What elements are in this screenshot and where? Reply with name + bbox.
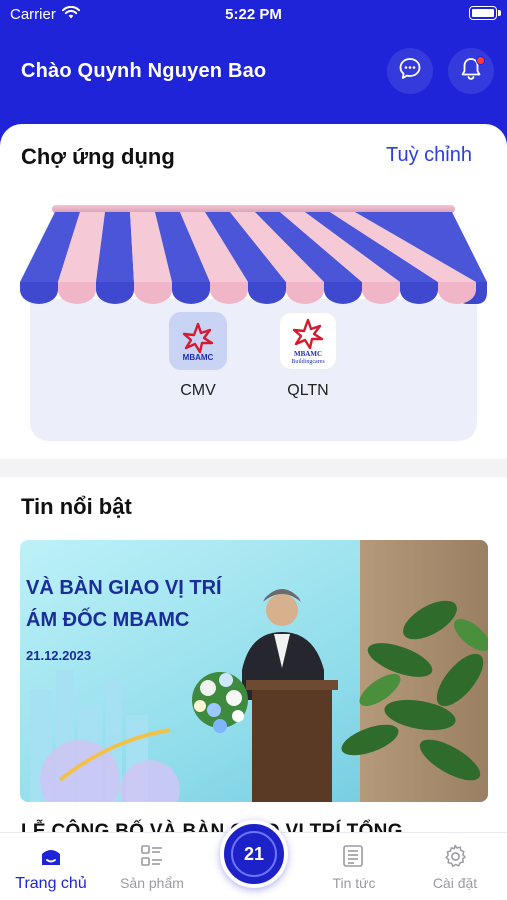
- gear-icon: [405, 844, 505, 867]
- status-bar: Carrier 5:22 PM: [0, 0, 507, 28]
- notification-button[interactable]: [448, 48, 494, 94]
- app-screen: Carrier 5:22 PM Chào Quynh Nguyen Bao Ch…: [0, 0, 507, 900]
- status-time: 5:22 PM: [225, 6, 282, 23]
- greeting-text: Chào Quynh Nguyen Bao: [21, 60, 267, 82]
- notification-dot: [476, 56, 485, 65]
- qltn-logo-subtext: Buildingcares: [291, 359, 325, 365]
- center-action-button[interactable]: 21: [220, 820, 288, 888]
- awning-illustration: [20, 205, 487, 304]
- center-badge: 21: [231, 831, 277, 877]
- banner-date: 21.12.2023: [26, 648, 91, 663]
- products-list-icon: [102, 845, 202, 867]
- chat-button[interactable]: [387, 48, 433, 94]
- qltn-logo-icon: MBAMC Buildingcares: [279, 312, 337, 370]
- featured-news-title: Tin nổi bật: [21, 494, 132, 519]
- tab-home-label: Trang chủ: [15, 875, 87, 892]
- banner-line-1: VÀ BÀN GIAO VỊ TRÍ: [26, 576, 222, 599]
- tab-news[interactable]: Tin tức: [304, 845, 404, 891]
- cmv-logo-icon: MBAMC: [169, 312, 227, 370]
- chat-bubble-icon: [397, 56, 423, 87]
- tab-home[interactable]: Trang chủ: [1, 845, 101, 893]
- app-market-title: Chợ ứng dụng: [21, 144, 175, 169]
- tab-products-label: Sản phẩm: [120, 875, 184, 891]
- cmv-logo-text: MBAMC: [183, 353, 214, 362]
- home-icon: [1, 845, 101, 867]
- tab-settings-label: Cài đặt: [432, 875, 478, 891]
- battery-icon: [469, 6, 501, 20]
- banner-line-2: ÁM ĐỐC MBAMC: [26, 607, 189, 631]
- app-qltn[interactable]: MBAMC Buildingcares QLTN: [273, 312, 343, 400]
- tab-settings[interactable]: Cài đặt: [405, 844, 505, 891]
- customize-link[interactable]: Tuỳ chỉnh: [386, 144, 472, 167]
- tab-news-label: Tin tức: [332, 875, 376, 891]
- app-cmv[interactable]: MBAMC CMV: [163, 312, 233, 400]
- app-label-qltn: QLTN: [287, 382, 329, 399]
- qltn-logo-text: MBAMC: [294, 350, 322, 358]
- tab-products[interactable]: Sản phẩm: [102, 845, 202, 891]
- app-label-cmv: CMV: [180, 382, 216, 399]
- newspaper-icon: [304, 845, 404, 867]
- news-image[interactable]: VÀ BÀN GIAO VỊ TRÍ ÁM ĐỐC MBAMC 21.12.20…: [20, 540, 488, 802]
- app-market-card: Chợ ứng dụng Tuỳ chỉnh MBAMC CMV MBAMC B…: [0, 124, 507, 459]
- featured-news-card: Tin nổi bật VÀ BÀN GIAO VỊ TRÍ ÁM ĐỐC MB…: [0, 477, 507, 842]
